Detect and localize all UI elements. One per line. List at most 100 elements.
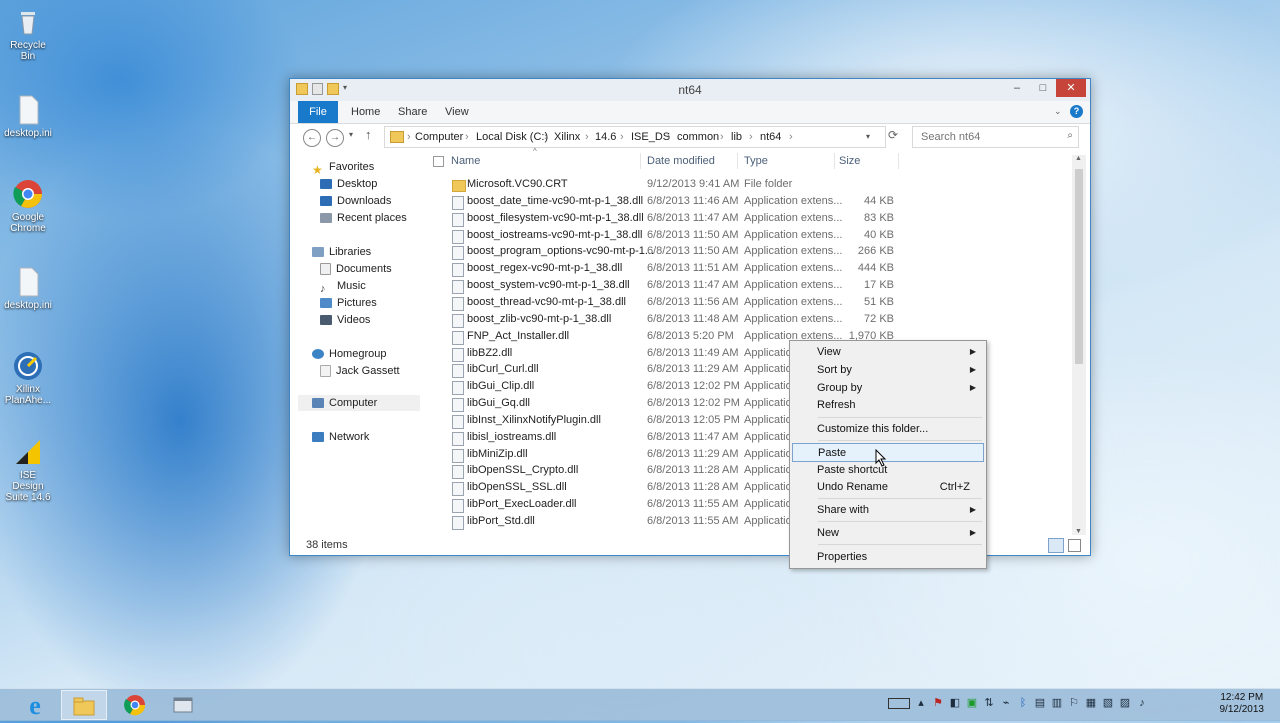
menu-item-undo-rename[interactable]: Undo Rename Ctrl+Z (792, 478, 984, 496)
recent-locations-icon[interactable]: ▾ (349, 130, 353, 139)
menu-item-sort-by[interactable]: Sort by ▶ (792, 361, 984, 379)
breadcrumb-14-6[interactable]: 14.6 (595, 131, 616, 143)
menu-item-new[interactable]: New ▶ (792, 524, 984, 542)
tab-view[interactable]: View (445, 101, 469, 123)
file-row[interactable]: boost_filesystem-vc90-mt-p-1_38.dll 6/8/2… (438, 210, 898, 227)
column-divider[interactable] (737, 153, 738, 169)
search-input[interactable] (919, 130, 1063, 144)
close-button[interactable]: ✕ (1056, 79, 1086, 97)
tray-app-icon-6[interactable]: ▨ (1119, 697, 1131, 709)
menu-item-share-with[interactable]: Share with ▶ (792, 501, 984, 519)
network-icon[interactable]: ⇅ (983, 697, 995, 709)
column-name[interactable]: Name (451, 155, 480, 167)
file-row[interactable]: boost_regex-vc90-mt-p-1_38.dll 6/8/2013 1… (438, 260, 898, 278)
flag-icon[interactable]: ⚑ (932, 697, 944, 709)
menu-item-paste[interactable]: Paste (792, 443, 984, 462)
scroll-down-icon[interactable]: ▼ (1075, 528, 1082, 535)
taskbar-chrome[interactable] (112, 690, 158, 720)
vertical-scrollbar[interactable]: ▲ ▼ (1072, 155, 1086, 535)
tray-app-icon-4[interactable]: ▦ (1085, 697, 1097, 709)
file-row[interactable]: boost_thread-vc90-mt-p-1_38.dll 6/8/2013 … (438, 294, 898, 311)
help-icon[interactable]: ? (1070, 105, 1083, 118)
address-field[interactable]: › Computer › Local Disk (C:) › Xilinx › … (384, 126, 886, 148)
chrome-shortcut[interactable]: Google Chrome (4, 178, 52, 234)
file-row[interactable]: boost_system-vc90-mt-p-1_38.dll 6/8/2013 … (438, 277, 898, 295)
search-icon[interactable]: ⌕ (1067, 130, 1073, 141)
breadcrumb-common[interactable]: common (677, 131, 719, 143)
breadcrumb-lib[interactable]: lib (731, 131, 742, 143)
up-button[interactable]: ↑ (365, 127, 372, 142)
nav-favorites[interactable]: ★ Favorites (312, 159, 374, 177)
menu-item-properties[interactable]: Properties (792, 548, 984, 566)
taskbar-internet-explorer[interactable]: e (12, 690, 58, 720)
breadcrumb-local-disk[interactable]: Local Disk (C:) (476, 131, 548, 143)
scroll-up-icon[interactable]: ▲ (1075, 155, 1082, 162)
nav-music[interactable]: ♪ Music (320, 278, 366, 295)
breadcrumb-computer[interactable]: Computer (415, 131, 463, 143)
large-icons-view-icon[interactable] (1068, 539, 1081, 552)
tab-home[interactable]: Home (351, 101, 380, 123)
desktop-ini-shortcut[interactable]: desktop.ini (4, 94, 52, 139)
column-type[interactable]: Type (744, 155, 768, 167)
file-row[interactable]: boost_program_options-vc90-mt-p-1... 6/8/… (438, 243, 898, 261)
tray-app-icon-5[interactable]: ▧ (1102, 697, 1114, 709)
tray-green-icon[interactable]: ▣ (966, 697, 978, 709)
desktop-ini-shortcut-2[interactable]: desktop.ini (4, 266, 52, 311)
tray-app-icon-2[interactable]: ▤ (1034, 697, 1046, 709)
nav-recent-places[interactable]: Recent places (320, 210, 407, 226)
ise-design-suite-shortcut[interactable]: ISE Design Suite 14.6 (4, 436, 52, 503)
tab-file[interactable]: File (298, 101, 338, 123)
nav-videos[interactable]: Videos (320, 312, 370, 328)
nav-pictures[interactable]: Pictures (320, 295, 377, 311)
refresh-icon[interactable]: ⟳ (888, 128, 898, 142)
details-view-icon[interactable] (1048, 538, 1064, 553)
menu-item-view[interactable]: View ▶ (792, 343, 984, 361)
chevron-down-icon[interactable]: ▾ (866, 132, 870, 141)
file-row[interactable]: boost_iostreams-vc90-mt-p-1_38.dll 6/8/20… (438, 227, 898, 244)
menu-item-refresh[interactable]: Refresh (792, 396, 984, 414)
column-size[interactable]: Size (839, 155, 860, 167)
back-button[interactable]: ← (303, 129, 321, 147)
column-date-modified[interactable]: Date modified (647, 155, 715, 167)
forward-button[interactable]: → (326, 129, 344, 147)
volume-icon[interactable]: ♪ (1136, 697, 1148, 709)
menu-item-customize-this-folder[interactable]: Customize this folder... (792, 420, 984, 438)
nav-documents[interactable]: Documents (320, 261, 392, 277)
expand-ribbon-icon[interactable]: ⌄ (1054, 106, 1062, 117)
breadcrumb-xilinx[interactable]: Xilinx (554, 131, 580, 143)
action-center-icon[interactable]: ⚐ (1068, 697, 1080, 709)
scrollbar-thumb[interactable] (1075, 169, 1083, 364)
nav-libraries[interactable]: Libraries (312, 244, 371, 260)
menu-item-paste-shortcut[interactable]: Paste shortcut (792, 461, 984, 479)
maximize-button[interactable]: □ (1030, 79, 1056, 97)
menu-item-group-by[interactable]: Group by ▶ (792, 379, 984, 397)
nav-computer[interactable]: Computer (298, 395, 420, 411)
recycle-bin-shortcut[interactable]: Recycle Bin (4, 6, 52, 62)
nav-downloads[interactable]: Downloads (320, 193, 391, 209)
tray-app-icon-3[interactable]: ▥ (1051, 697, 1063, 709)
file-row[interactable]: boost_zlib-vc90-mt-p-1_38.dll 6/8/2013 11… (438, 311, 898, 328)
show-hidden-icons-icon[interactable]: ▴ (915, 697, 927, 709)
column-divider[interactable] (834, 153, 835, 169)
nav-network[interactable]: Network (312, 429, 369, 445)
planahead-shortcut[interactable]: Xilinx PlanAhe... (4, 350, 52, 406)
title-bar[interactable]: ▾ nt64 – □ ✕ (290, 79, 1090, 101)
breadcrumb-ise-ds[interactable]: ISE_DS (631, 131, 670, 143)
minimize-button[interactable]: – (1004, 79, 1030, 97)
clock[interactable]: 12:42 PM 9/12/2013 (1220, 692, 1265, 716)
breadcrumb-nt64[interactable]: nt64 (760, 131, 781, 143)
tab-share[interactable]: Share (398, 101, 427, 123)
nav-jack-gassett[interactable]: Jack Gassett (320, 363, 400, 379)
bluetooth-icon[interactable]: ᛒ (1017, 697, 1029, 709)
select-all-checkbox[interactable] (433, 156, 444, 167)
taskbar-file-explorer[interactable] (61, 690, 107, 720)
nav-homegroup[interactable]: Homegroup (312, 346, 386, 362)
search-box[interactable]: ⌕ (912, 126, 1079, 148)
column-divider[interactable] (640, 153, 641, 169)
tray-app-icon[interactable]: ◧ (949, 697, 961, 709)
keyboard-icon[interactable] (888, 698, 910, 709)
usb-icon[interactable]: ⌁ (1000, 697, 1012, 709)
nav-desktop[interactable]: Desktop (320, 176, 377, 192)
folder-row[interactable]: Microsoft.VC90.CRT 9/12/2013 9:41 AM File … (438, 176, 898, 193)
file-row[interactable]: boost_date_time-vc90-mt-p-1_38.dll 6/8/20… (438, 193, 898, 210)
